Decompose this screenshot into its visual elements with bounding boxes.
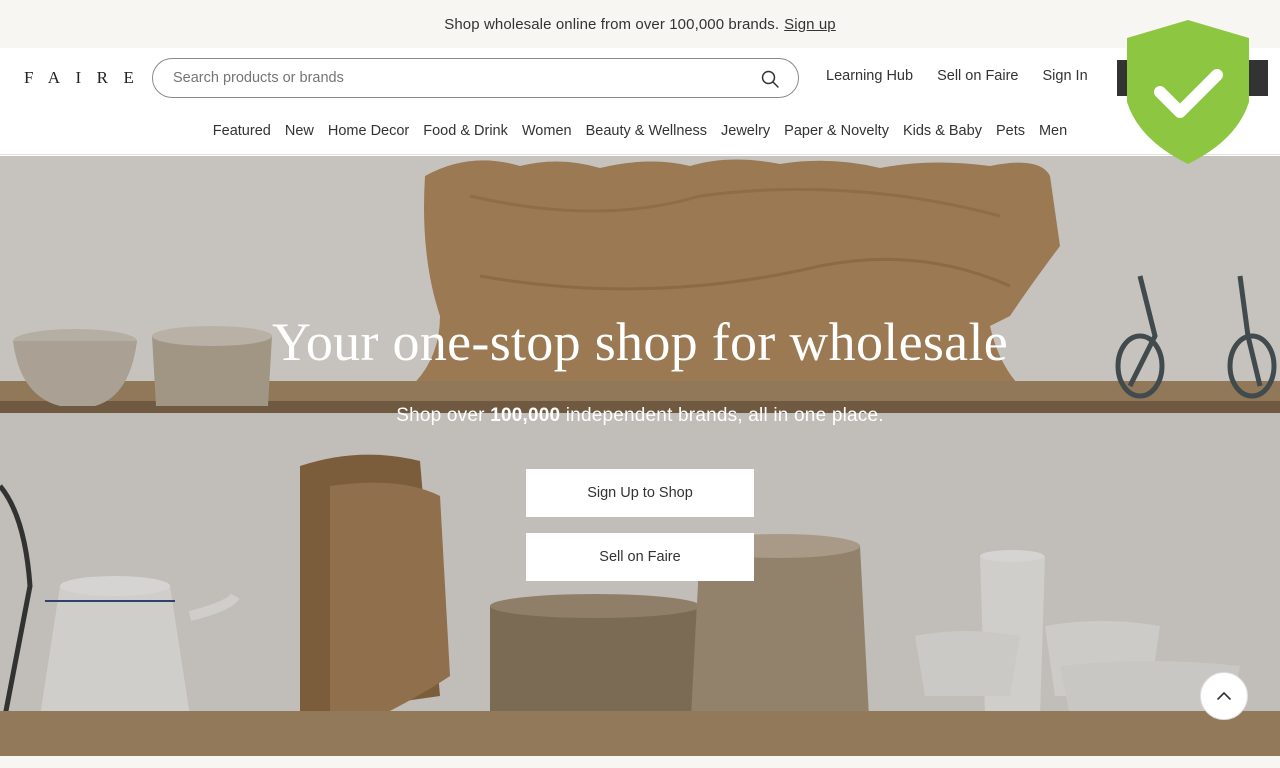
hero-subtitle-post: independent brands, all in one place. bbox=[565, 405, 884, 426]
nav-new[interactable]: New bbox=[285, 123, 314, 154]
scroll-to-top-button[interactable] bbox=[1200, 672, 1248, 720]
search-bar[interactable] bbox=[152, 58, 799, 98]
search-icon[interactable] bbox=[760, 69, 780, 89]
announcement-text: Shop wholesale online from over 100,000 … bbox=[444, 15, 780, 33]
nav-paper-novelty[interactable]: Paper & Novelty bbox=[784, 123, 889, 154]
nav-food-drink[interactable]: Food & Drink bbox=[423, 123, 508, 154]
faire-logo[interactable]: FAIRE bbox=[24, 68, 149, 88]
sell-on-faire-button[interactable]: Sell on Faire bbox=[526, 533, 754, 581]
nav-pets[interactable]: Pets bbox=[996, 123, 1025, 154]
category-nav: Featured New Home Decor Food & Drink Wom… bbox=[0, 108, 1280, 155]
sign-up-to-shop-button[interactable]: Sign Up to Shop bbox=[526, 469, 754, 517]
nav-home-decor[interactable]: Home Decor bbox=[328, 123, 409, 154]
hero-overlay bbox=[0, 156, 1280, 756]
nav-men[interactable]: Men bbox=[1039, 123, 1067, 154]
nav-kids-baby[interactable]: Kids & Baby bbox=[903, 123, 982, 154]
sign-in-link[interactable]: Sign In bbox=[1042, 68, 1087, 84]
nav-jewelry[interactable]: Jewelry bbox=[721, 123, 770, 154]
search-input[interactable] bbox=[173, 68, 733, 88]
announcement-bar: Shop wholesale online from over 100,000 … bbox=[0, 0, 1280, 48]
learning-hub-link[interactable]: Learning Hub bbox=[826, 68, 913, 84]
nav-featured[interactable]: Featured bbox=[213, 123, 271, 154]
chevron-up-icon bbox=[1217, 691, 1231, 700]
bottom-strip bbox=[0, 756, 1280, 768]
sell-on-faire-link[interactable]: Sell on Faire bbox=[937, 68, 1018, 84]
shield-check-icon bbox=[1127, 20, 1249, 164]
header-links: Learning Hub Sell on Faire Sign In bbox=[826, 68, 1112, 84]
hero-title: Your one-stop shop for wholesale bbox=[271, 312, 1009, 372]
site-header: FAIRE Learning Hub Sell on Faire Sign In bbox=[0, 48, 1280, 108]
hero-subtitle: Shop over 100,000 independent brands, al… bbox=[0, 405, 1280, 427]
hero-subtitle-pre: Shop over bbox=[396, 405, 485, 426]
hero-banner: Your one-stop shop for wholesale Shop ov… bbox=[0, 156, 1280, 756]
nav-beauty-wellness[interactable]: Beauty & Wellness bbox=[586, 123, 707, 154]
announcement-signup-link[interactable]: Sign up bbox=[784, 16, 836, 33]
hero-subtitle-bold: 100,000 bbox=[490, 405, 561, 426]
nav-women[interactable]: Women bbox=[522, 123, 572, 154]
